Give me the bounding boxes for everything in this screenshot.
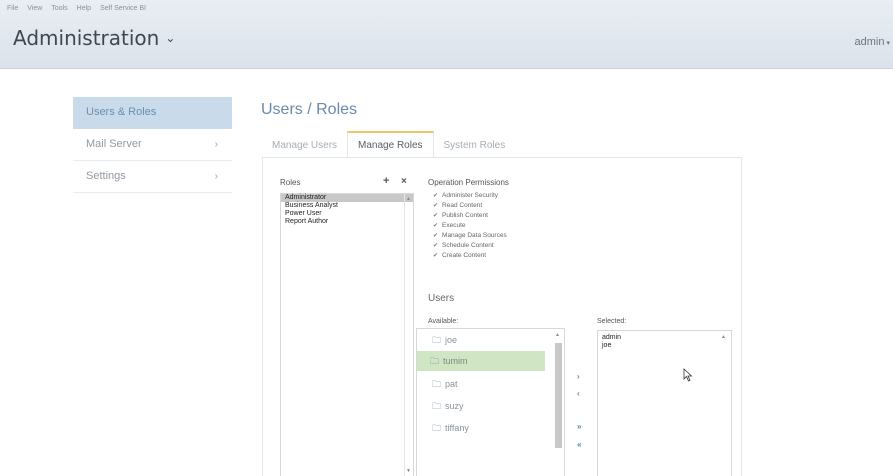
delete-role-button[interactable]: × bbox=[401, 176, 407, 187]
add-role-button[interactable]: + bbox=[383, 175, 389, 187]
sidebar-item-settings[interactable]: Settings › bbox=[73, 161, 232, 193]
users-label: Users bbox=[428, 293, 455, 304]
available-user-item[interactable]: 🗀 tumim bbox=[417, 351, 545, 371]
user-label: suzy bbox=[445, 401, 464, 411]
checkmark-icon: ✔ bbox=[433, 243, 439, 249]
sidebar-item-label: Settings bbox=[86, 170, 126, 182]
permissions-list: ✔ Administer Security ✔ Read Content ✔ Publ… bbox=[433, 191, 507, 261]
remove-all-users-button[interactable]: « bbox=[577, 440, 581, 449]
available-user-item[interactable]: 🗀 suzy bbox=[419, 396, 543, 416]
scroll-down-icon[interactable]: ▼ bbox=[406, 468, 411, 474]
section-title: Users / Roles bbox=[261, 101, 358, 118]
app-header: File View Tools Help Self Service BI Adm… bbox=[0, 0, 893, 69]
roles-label: Roles bbox=[280, 178, 301, 187]
available-user-item[interactable]: 🗀 pat bbox=[419, 374, 543, 394]
checkmark-icon: ✔ bbox=[433, 203, 439, 209]
checkmark-icon: ✔ bbox=[433, 193, 439, 199]
permission-checkbox[interactable]: ✔ Schedule Content bbox=[433, 241, 507, 251]
menu-self-service-bi[interactable]: Self Service BI bbox=[100, 5, 146, 12]
tab-manage-roles[interactable]: Manage Roles bbox=[347, 131, 434, 159]
sidebar-item-users-roles[interactable]: Users & Roles bbox=[73, 97, 232, 129]
sidebar-item-label: Mail Server bbox=[86, 138, 142, 150]
menu-tools[interactable]: Tools bbox=[51, 5, 67, 12]
sidebar-item-label: Users & Roles bbox=[86, 106, 157, 118]
permission-checkbox[interactable]: ✔ Manage Data Sources bbox=[433, 231, 507, 241]
available-users-list[interactable]: 🗀 joe 🗀 tumim 🗀 pat 🗀 suzy 🗀 tiffany ▲ bbox=[416, 328, 565, 476]
menu-file[interactable]: File bbox=[7, 5, 18, 12]
scroll-up-icon[interactable]: ▲ bbox=[555, 332, 560, 338]
selected-user-item[interactable]: joe bbox=[598, 342, 731, 350]
roles-scrollbar[interactable]: ▲ ▼ bbox=[404, 194, 413, 476]
folder-icon: 🗀 bbox=[432, 379, 442, 389]
role-item[interactable]: Power User bbox=[281, 210, 413, 218]
checkmark-icon: ✔ bbox=[433, 213, 439, 219]
permission-checkbox[interactable]: ✔ Execute bbox=[433, 221, 507, 231]
folder-icon: 🗀 bbox=[432, 401, 442, 411]
sidebar-item-mail-server[interactable]: Mail Server › bbox=[73, 129, 232, 161]
permission-label: Execute bbox=[442, 222, 466, 229]
permission-label: Publish Content bbox=[442, 212, 488, 219]
available-user-item[interactable]: 🗀 tiffany bbox=[419, 418, 543, 438]
permission-label: Create Content bbox=[442, 252, 487, 259]
permission-checkbox[interactable]: ✔ Administer Security bbox=[433, 191, 507, 201]
folder-icon: 🗀 bbox=[432, 335, 442, 345]
role-item[interactable]: Business Analyst bbox=[281, 202, 413, 210]
menu-view[interactable]: View bbox=[27, 5, 42, 12]
permission-checkbox[interactable]: ✔ Read Content bbox=[433, 201, 507, 211]
checkmark-icon: ✔ bbox=[433, 253, 439, 259]
permission-label: Manage Data Sources bbox=[442, 232, 507, 239]
tab-system-roles[interactable]: System Roles bbox=[434, 131, 516, 158]
add-selected-user-button[interactable]: › bbox=[577, 372, 580, 381]
user-label: joe bbox=[445, 335, 458, 345]
role-item[interactable]: Report Author bbox=[281, 218, 413, 226]
user-menu[interactable]: admin ▾ bbox=[855, 36, 890, 48]
available-scrollbar[interactable]: ▲ bbox=[554, 329, 563, 476]
remove-selected-user-button[interactable]: ‹ bbox=[577, 389, 580, 398]
scrollbar-thumb[interactable] bbox=[555, 343, 562, 448]
permission-label: Administer Security bbox=[442, 192, 499, 199]
tab-bar: Manage Users Manage Roles System Roles bbox=[262, 131, 516, 159]
available-user-item[interactable]: 🗀 joe bbox=[419, 330, 543, 350]
permission-label: Schedule Content bbox=[442, 242, 494, 249]
scroll-up-icon[interactable]: ▲ bbox=[406, 196, 411, 202]
folder-icon: 🗀 bbox=[430, 356, 440, 366]
selected-user-item[interactable]: admin bbox=[598, 334, 731, 342]
menu-help[interactable]: Help bbox=[77, 5, 91, 12]
user-name: admin bbox=[854, 36, 885, 48]
role-item[interactable]: Administrator bbox=[281, 194, 413, 202]
page-title: Administration bbox=[13, 26, 160, 50]
page-title-dropdown[interactable]: Administration ⌄ bbox=[13, 26, 175, 50]
user-label: tumim bbox=[443, 356, 468, 366]
tab-manage-users[interactable]: Manage Users bbox=[262, 131, 347, 158]
checkmark-icon: ✔ bbox=[433, 233, 439, 239]
permission-checkbox[interactable]: ✔ Create Content bbox=[433, 251, 507, 261]
scroll-up-icon[interactable]: ▲ bbox=[721, 334, 726, 340]
user-label: tiffany bbox=[445, 423, 469, 433]
selected-users-list[interactable]: admin joe ▲ bbox=[597, 330, 732, 476]
roles-list[interactable]: Administrator Business Analyst Power Use… bbox=[280, 193, 414, 476]
add-all-users-button[interactable]: » bbox=[577, 422, 581, 431]
permissions-label: Operation Permissions bbox=[428, 178, 509, 187]
user-label: pat bbox=[445, 379, 458, 389]
mouse-pointer-icon bbox=[683, 368, 693, 382]
checkmark-icon: ✔ bbox=[433, 223, 439, 229]
folder-icon: 🗀 bbox=[432, 423, 442, 433]
menu-bar: File View Tools Help Self Service BI bbox=[7, 5, 146, 12]
available-label: Available: bbox=[428, 318, 459, 325]
permission-label: Read Content bbox=[442, 202, 483, 209]
permission-checkbox[interactable]: ✔ Publish Content bbox=[433, 211, 507, 221]
sidebar: Users & Roles Mail Server › Settings › bbox=[73, 97, 232, 193]
chevron-right-icon: › bbox=[214, 139, 218, 150]
chevron-right-icon: › bbox=[214, 171, 218, 182]
caret-down-icon: ▾ bbox=[886, 40, 890, 47]
chevron-down-icon: ⌄ bbox=[165, 31, 176, 45]
selected-label: Selected: bbox=[597, 318, 627, 325]
